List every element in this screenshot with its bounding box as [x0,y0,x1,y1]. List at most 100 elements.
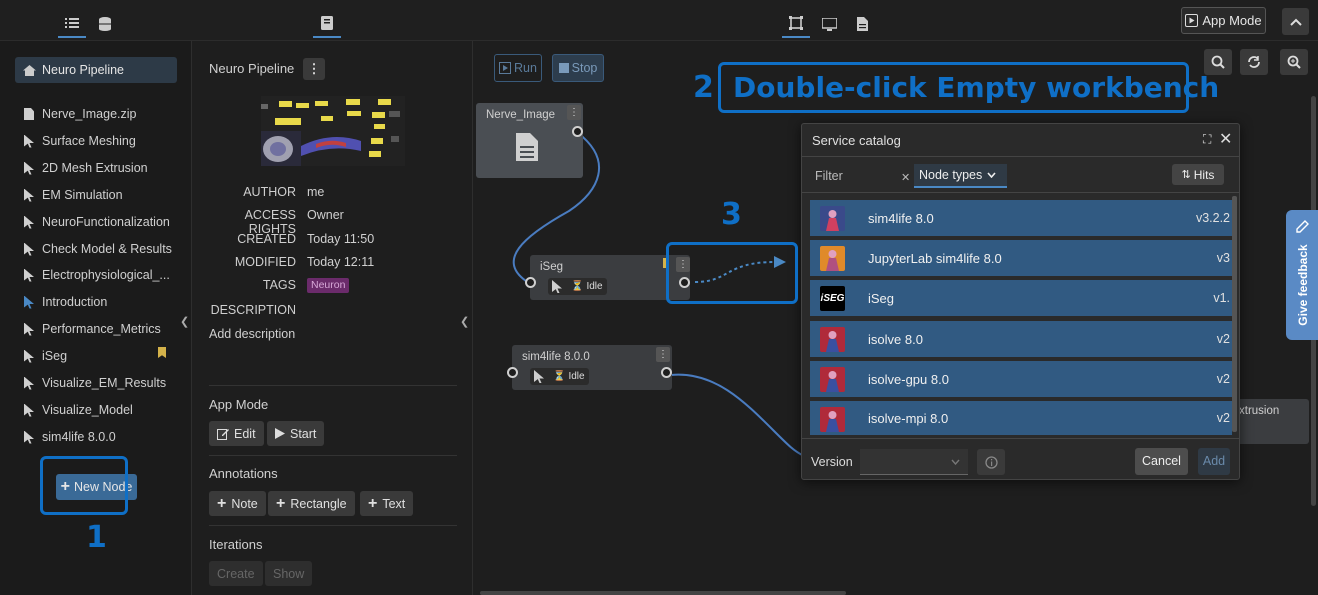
list-icon[interactable] [58,10,86,38]
version-select[interactable] [860,449,968,475]
plus-icon: + [276,494,286,512]
sidebar-item-label: Check Model & Results [42,242,172,256]
node-extrusion[interactable]: xtrusion [1234,399,1309,444]
sidebar-item-label: Visualize_EM_Results [42,376,167,390]
add-button[interactable]: Add [1198,448,1230,475]
catalog-row[interactable]: isolve-mpi 8.0 v2 [810,401,1232,435]
create-iteration-button[interactable]: Create [209,561,263,586]
sidebar-item-em-simulation[interactable]: EM Simulation [24,184,123,206]
isolve-gpu-thumbnail-icon [820,367,845,392]
catalog-row-version: v2 [1216,372,1230,386]
catalog-scrollbar[interactable] [1232,196,1237,432]
annotation-number-1: 1 [86,520,107,555]
node-sim4life[interactable]: sim4life 8.0.0 ⋮ ⏳ Idle [512,345,672,390]
created-label: CREATED [237,232,296,246]
sidebar-item-check-model[interactable]: Check Model & Results [24,238,172,260]
catalog-row-version: v1. [1213,291,1230,305]
give-feedback-tab[interactable]: Give feedback [1286,210,1318,340]
node-types-dropdown[interactable]: Node types [914,164,1007,188]
add-note-button[interactable]: + Note [209,491,266,516]
sidebar-item-surface-meshing[interactable]: Surface Meshing [24,130,136,152]
sidebar-item-neurofunctionalization[interactable]: NeuroFunctionalization [24,211,170,233]
sidebar-item-visualize-em-results[interactable]: Visualize_EM_Results [24,372,166,394]
node-title: iSeg [540,261,564,273]
output-port[interactable] [661,367,672,378]
app-mode-button[interactable]: App Mode [1181,7,1266,34]
bookmark-icon [158,347,166,358]
sort-hits-button[interactable]: ⇅ Hits [1172,164,1224,185]
start-button[interactable]: Start [267,421,325,446]
edit-button[interactable]: Edit [209,421,264,446]
cursor-icon [24,376,34,390]
collapse-mid-icon[interactable]: ❮ [460,315,469,328]
isolve-mpi-thumbnail-icon [820,407,845,432]
edit-icon [217,428,229,440]
workbench-icon[interactable] [782,10,810,38]
add-text-button[interactable]: + Text [360,491,414,516]
cursor-icon [24,322,34,336]
node-menu-icon[interactable]: ⋮ [567,105,581,120]
sidebar-item-introduction[interactable]: Introduction [24,291,107,313]
show-iterations-button[interactable]: Show [265,561,313,586]
iterations-title: Iterations [209,537,263,552]
cursor-icon [24,188,34,202]
maximize-icon[interactable]: ⛶ [1203,132,1211,147]
catalog-row[interactable]: sim4life 8.0 v3.2.2 [810,200,1232,236]
home-icon [23,64,36,76]
input-port[interactable] [525,277,536,288]
node-title: xtrusion [1239,405,1280,417]
document-icon[interactable] [848,10,876,38]
book-icon[interactable] [313,10,341,38]
database-icon[interactable] [91,10,119,38]
isolve-thumbnail-icon [820,327,845,352]
catalog-row[interactable]: isolve 8.0 v2 [810,321,1232,357]
divider [802,156,1239,157]
sidebar-item-label: Nerve_Image.zip [42,107,137,121]
catalog-row[interactable]: iSEG iSeg v1. [810,280,1232,316]
cursor-icon [24,161,34,175]
add-rectangle-button[interactable]: + Rectangle [268,491,355,516]
catalog-row-version: v2 [1216,411,1230,425]
node-nerve-image[interactable]: Nerve_Image ⋮ [476,103,583,178]
sidebar-item-performance-metrics[interactable]: Performance_Metrics [24,318,161,340]
edit-label: Edit [234,426,256,441]
cursor-icon [24,242,34,256]
info-button[interactable] [977,449,1005,475]
study-menu-button[interactable]: ⋮ [303,58,325,80]
horizontal-scrollbar[interactable] [480,591,846,595]
output-port[interactable] [572,126,583,137]
sidebar-root-item[interactable]: Neuro Pipeline [15,57,177,83]
catalog-row[interactable]: JupyterLab sim4life 8.0 v3 [810,240,1232,276]
divider [802,438,1239,439]
sidebar-item-sim4life[interactable]: sim4life 8.0.0 [24,426,116,448]
hits-label: Hits [1193,167,1215,182]
sidebar-item-visualize-model[interactable]: Visualize_Model [24,399,133,421]
add-description-link[interactable]: Add description [209,327,295,341]
divider [802,192,1239,193]
study-thumbnail [261,96,405,166]
note-label: Note [231,496,258,511]
cancel-button[interactable]: Cancel [1135,448,1188,475]
sidebar-item-label: NeuroFunctionalization [42,215,170,229]
collapse-toggle[interactable] [1282,8,1309,35]
tag-badge[interactable]: Neuron [307,278,350,293]
sidebar-item-iseg[interactable]: iSeg [24,345,67,367]
divider [209,525,457,526]
collapse-left-icon[interactable]: ❮ [180,315,189,328]
sidebar-item-label: sim4life 8.0.0 [42,430,116,444]
sidebar-item-nerve-image[interactable]: Nerve_Image.zip [24,103,137,125]
description-label: DESCRIPTION [210,303,296,317]
close-icon[interactable]: ✕ [1219,129,1232,149]
plus-icon: + [217,494,227,512]
node-menu-icon[interactable]: ⋮ [656,347,670,362]
monitor-icon[interactable] [815,10,843,38]
plus-icon: + [368,494,378,512]
sidebar-item-2d-mesh-extrusion[interactable]: 2D Mesh Extrusion [24,157,148,179]
cursor-icon [24,134,34,148]
catalog-row-name: JupyterLab sim4life 8.0 [868,250,1002,266]
clear-filter-icon[interactable]: ✕ [901,171,910,184]
sidebar-item-electrophysiological[interactable]: Electrophysiological_... [24,264,170,286]
input-port[interactable] [507,367,518,378]
catalog-row[interactable]: isolve-gpu 8.0 v2 [810,361,1232,397]
catalog-row-name: iSeg [868,290,895,306]
